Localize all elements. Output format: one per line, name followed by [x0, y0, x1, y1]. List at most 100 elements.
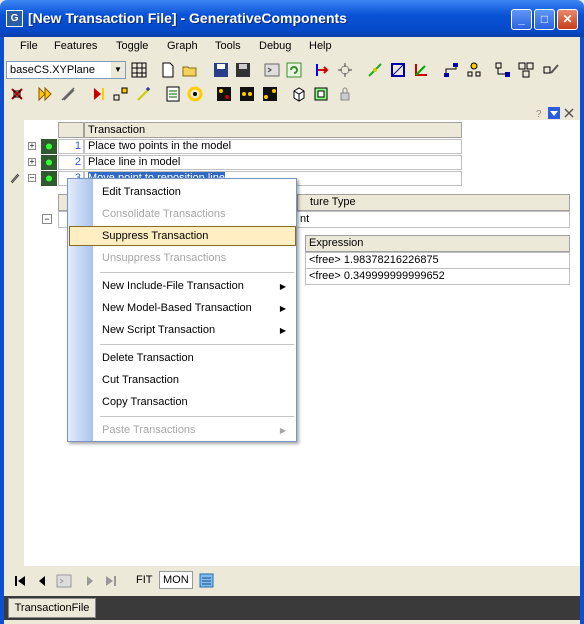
expression-header: Expression [305, 235, 570, 252]
play-all-icon[interactable] [36, 85, 54, 103]
chevron-down-icon[interactable]: ▼ [111, 62, 125, 78]
script-disabled-icon [56, 574, 72, 588]
point-icon[interactable] [336, 61, 354, 79]
expand-icon[interactable]: + [28, 142, 36, 150]
fit-button[interactable]: FIT [136, 574, 153, 586]
menu-item-delete-transaction[interactable]: Delete Transaction [102, 352, 194, 364]
status-bar: TransactionFile [4, 596, 580, 620]
open-folder-icon[interactable] [181, 61, 199, 79]
menu-file[interactable]: File [20, 40, 38, 52]
document-list-icon[interactable] [164, 85, 182, 103]
step-icon[interactable] [90, 85, 108, 103]
graph-layout-icon[interactable] [261, 85, 279, 103]
help-icon[interactable]: ? [533, 107, 545, 119]
minimize-button[interactable]: _ [511, 9, 532, 30]
row-number: 2 [58, 155, 84, 170]
transaction-file-tab[interactable]: TransactionFile [8, 598, 96, 618]
menu-separator [100, 344, 294, 345]
cube-icon[interactable] [290, 85, 308, 103]
next-icon [87, 576, 93, 586]
feature-type-value: nt [297, 211, 570, 228]
lock-icon[interactable] [336, 85, 354, 103]
menu-item-paste-transactions: Paste Transactions [102, 424, 196, 436]
menu-toggle[interactable]: Toggle [116, 40, 148, 52]
save-icon[interactable] [212, 61, 230, 79]
status-icon[interactable] [41, 139, 57, 154]
cycle-icon[interactable] [186, 85, 204, 103]
grid-num-header [58, 122, 84, 138]
submenu-arrow-icon: ▶ [279, 426, 286, 435]
maximize-button[interactable]: □ [534, 9, 555, 30]
previous-icon[interactable] [36, 575, 48, 587]
panel-close-icon[interactable] [563, 107, 575, 119]
menu-bar: File Features Toggle Graph Tools Debug H… [4, 37, 580, 57]
menu-item-new-script[interactable]: New Script Transaction [102, 324, 215, 336]
window-frame-right [580, 37, 584, 624]
window-title: [New Transaction File] - GenerativeCompo… [28, 10, 347, 26]
toolbar-main: baseCS.XYPlane ▼ [4, 58, 580, 82]
menu-item-suppress-transaction[interactable]: Suppress Transaction [102, 230, 208, 242]
nodes-icon[interactable] [112, 85, 130, 103]
copy-structure-icon[interactable] [517, 61, 535, 79]
menu-help[interactable]: Help [309, 40, 332, 52]
row-number: 1 [58, 139, 84, 154]
title-bar: G [New Transaction File] - GenerativeCom… [0, 0, 584, 37]
plane-icon[interactable] [389, 61, 407, 79]
graph-display-icon[interactable] [215, 85, 233, 103]
expression-value[interactable]: <free> 0.349999999999652 [305, 268, 570, 285]
tree-icon[interactable] [494, 61, 512, 79]
collapse-icon[interactable]: − [28, 174, 36, 182]
hierarchy-icon[interactable] [442, 61, 460, 79]
pencil-icon[interactable] [59, 85, 77, 103]
move-to-point-icon[interactable] [314, 61, 332, 79]
menu-item-consolidate-transactions: Consolidate Transactions [102, 208, 226, 220]
transaction-header: Transaction [84, 122, 462, 138]
dropdown-icon[interactable] [548, 107, 560, 119]
collapse-icon[interactable]: − [42, 214, 52, 224]
expression-value[interactable]: <free> 1.98378216226875 [305, 252, 570, 269]
menu-item-edit-transaction[interactable]: Edit Transaction [102, 186, 181, 198]
menu-item-unsuppress-transactions: Unsuppress Transactions [102, 252, 227, 264]
stop-icon[interactable] [8, 85, 26, 103]
bottom-navigation: FIT MON [4, 566, 580, 596]
app-icon[interactable]: G [6, 10, 23, 27]
first-icon[interactable] [14, 575, 26, 587]
menu-item-cut-transaction[interactable]: Cut Transaction [102, 374, 179, 386]
menu-features[interactable]: Features [54, 40, 97, 52]
expand-icon[interactable]: + [28, 158, 36, 166]
refresh-icon[interactable] [285, 61, 303, 79]
grid-icon[interactable] [130, 61, 148, 79]
mon-button[interactable]: MON [159, 571, 193, 589]
list-view-icon[interactable] [199, 573, 214, 588]
menu-tools[interactable]: Tools [215, 40, 241, 52]
transaction-row-label[interactable]: Place line in model [84, 155, 462, 170]
menu-item-new-model-based[interactable]: New Model-Based Transaction [102, 302, 252, 314]
feature-type-header: ture Type [297, 194, 570, 211]
edit-structure-icon[interactable] [542, 61, 560, 79]
line-icon[interactable] [366, 61, 384, 79]
menu-item-copy-transaction[interactable]: Copy Transaction [102, 396, 188, 408]
menu-graph[interactable]: Graph [167, 40, 198, 52]
new-file-icon[interactable] [159, 61, 177, 79]
submenu-arrow-icon: ▶ [279, 304, 286, 313]
transaction-row-label[interactable]: Place two points in the model [84, 139, 462, 154]
status-icon[interactable] [41, 171, 57, 186]
coordinate-system-select[interactable]: baseCS.XYPlane ▼ [6, 61, 126, 79]
svg-text:?: ? [536, 109, 542, 119]
axes-icon[interactable] [412, 61, 430, 79]
group-icon[interactable] [465, 61, 483, 79]
close-button[interactable]: ✕ [557, 9, 578, 30]
menu-item-new-include-file[interactable]: New Include-File Transaction [102, 280, 244, 292]
edit-pencil-icon [10, 173, 20, 184]
save-as-icon[interactable] [234, 61, 252, 79]
script-icon[interactable] [263, 61, 281, 79]
context-menu: Edit Transaction Consolidate Transaction… [67, 178, 297, 442]
graph-view-icon[interactable] [238, 85, 256, 103]
object-icon[interactable] [312, 85, 330, 103]
menu-separator [100, 416, 294, 417]
menu-separator [100, 272, 294, 273]
status-icon[interactable] [41, 155, 57, 170]
wand-icon[interactable] [135, 85, 153, 103]
menu-debug[interactable]: Debug [259, 40, 291, 52]
submenu-arrow-icon: ▶ [279, 282, 286, 291]
